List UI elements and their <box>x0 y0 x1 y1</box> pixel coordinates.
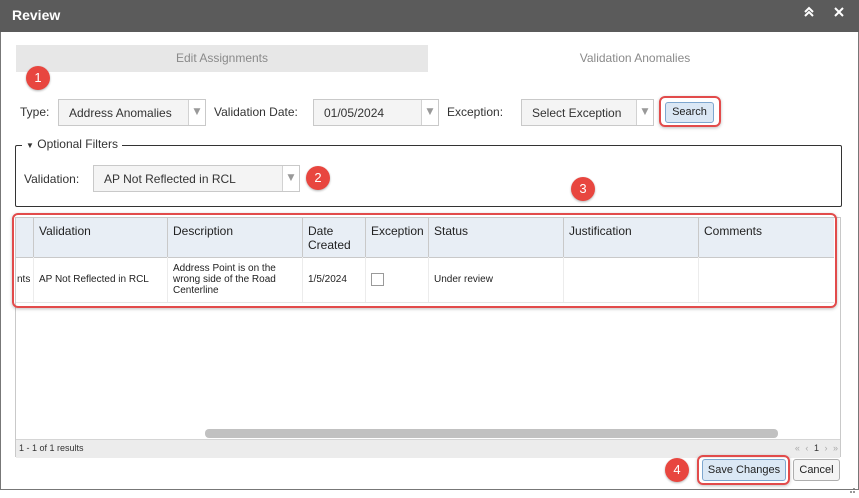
callout-badge-2: 2 <box>306 166 330 190</box>
validation-date-label: Validation Date: <box>214 105 298 119</box>
type-select[interactable]: Address Anomalies ▼ <box>58 99 206 126</box>
type-label: Type: <box>20 105 50 119</box>
close-icon[interactable] <box>833 6 845 22</box>
validation-select-value: AP Not Reflected in RCL <box>104 172 236 186</box>
collapse-icon[interactable] <box>803 6 815 22</box>
validation-select[interactable]: AP Not Reflected in RCL ▼ <box>93 165 300 192</box>
tab-validation-anomalies[interactable]: Validation Anomalies <box>428 45 842 72</box>
validation-label: Validation: <box>24 172 80 186</box>
callout-badge-3: 3 <box>571 177 595 201</box>
chevron-down-icon: ▼ <box>636 100 653 125</box>
next-page-icon[interactable]: › <box>824 443 827 453</box>
horizontal-scrollbar[interactable] <box>205 429 778 438</box>
window-title: Review <box>12 7 61 23</box>
current-page: 1 <box>813 443 819 453</box>
type-select-value: Address Anomalies <box>69 106 172 120</box>
callout-badge-1: 1 <box>26 66 50 90</box>
first-page-icon[interactable]: « <box>795 443 800 453</box>
callout-badge-4: 4 <box>665 458 689 482</box>
title-bar: Review <box>0 0 859 32</box>
optional-filters-legend[interactable]: ▼ Optional Filters <box>22 137 122 151</box>
highlight-search <box>659 96 721 127</box>
exception-select[interactable]: Select Exception ▼ <box>521 99 654 126</box>
resize-grip-icon[interactable] <box>846 479 856 498</box>
highlight-save <box>697 455 790 485</box>
chevron-down-icon: ▼ <box>188 100 205 125</box>
optional-filters-title: Optional Filters <box>37 137 118 151</box>
exception-select-value: Select Exception <box>532 106 622 120</box>
cancel-button[interactable]: Cancel <box>793 459 840 481</box>
prev-page-icon[interactable]: ‹ <box>805 443 808 453</box>
results-count: 1 - 1 of 1 results <box>19 443 84 453</box>
pager: « ‹ 1 › » <box>792 443 838 453</box>
highlight-grid-row <box>12 213 837 308</box>
last-page-icon[interactable]: » <box>833 443 838 453</box>
tab-bar: Edit Assignments Validation Anomalies <box>16 45 842 72</box>
chevron-down-icon: ▼ <box>282 166 299 191</box>
validation-date-value: 01/05/2024 <box>324 106 385 120</box>
chevron-down-icon[interactable]: ▼ <box>421 100 438 125</box>
caret-down-icon: ▼ <box>26 141 34 150</box>
exception-label: Exception: <box>447 105 504 119</box>
tab-edit-assignments[interactable]: Edit Assignments <box>16 45 428 72</box>
validation-date-input[interactable]: 01/05/2024 ▼ <box>313 99 439 126</box>
